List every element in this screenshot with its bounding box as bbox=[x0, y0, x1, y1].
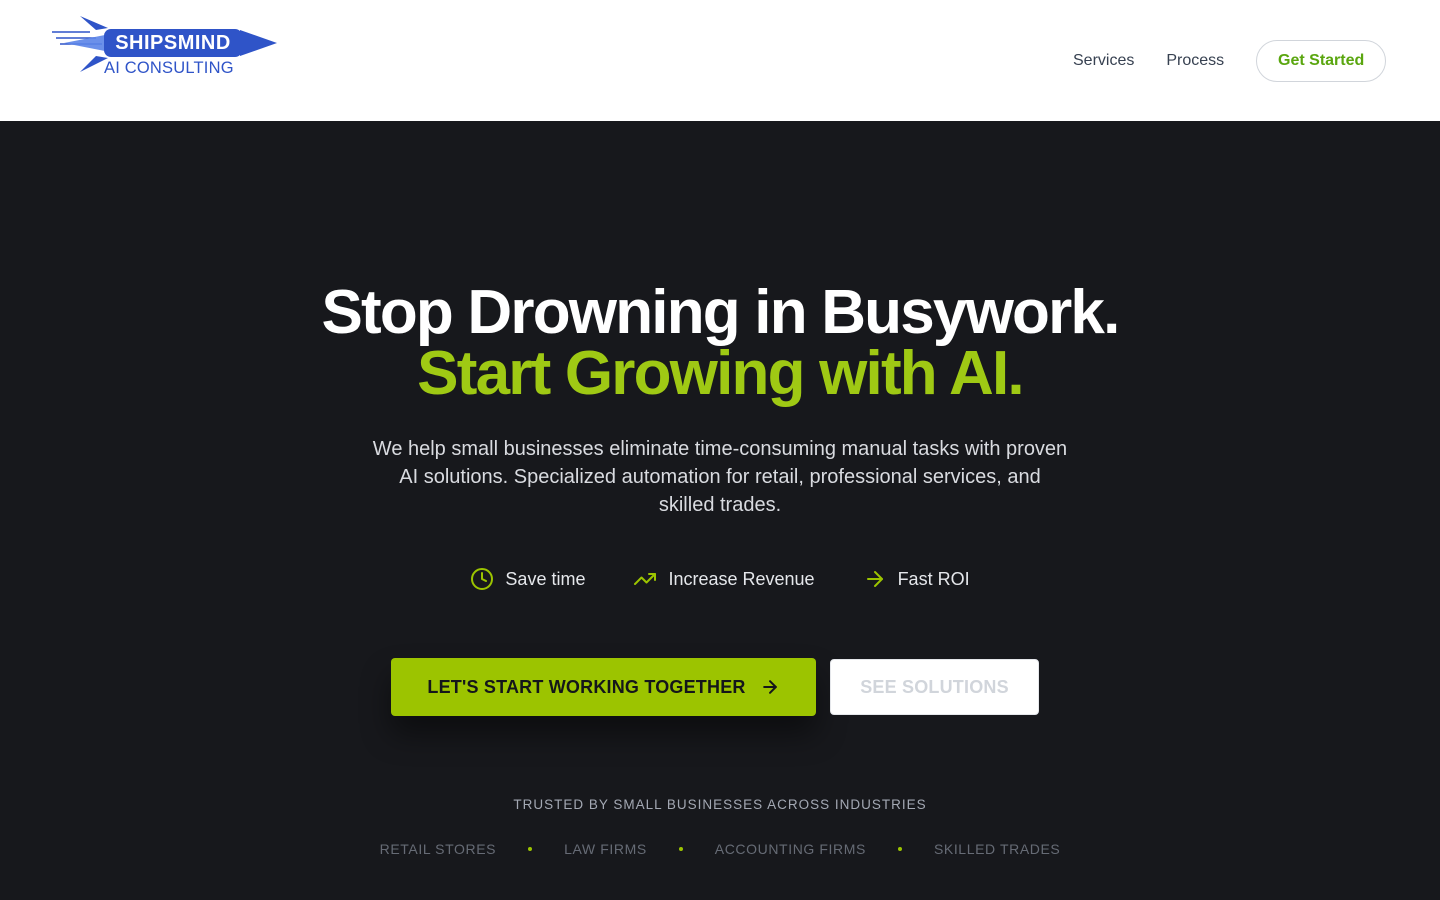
trending-up-icon bbox=[633, 567, 657, 591]
arrow-right-icon bbox=[863, 567, 887, 591]
hero-headline-accent: Start Growing with AI. bbox=[417, 339, 1024, 408]
brand-tagline: AI CONSULTING bbox=[104, 59, 234, 77]
arrow-right-icon bbox=[760, 677, 780, 697]
hero-headline: Stop Drowning in Busywork. bbox=[321, 278, 1120, 347]
benefits-list: Save time Increase Revenue Fast ROI bbox=[0, 567, 1440, 591]
benefit-label: Fast ROI bbox=[897, 569, 970, 589]
clock-icon bbox=[470, 567, 494, 591]
start-working-together-button[interactable]: LET'S START WORKING TOGETHER bbox=[391, 658, 816, 716]
separator-dot bbox=[528, 847, 533, 851]
industry-item: LAW FIRMS bbox=[564, 841, 647, 857]
see-solutions-button[interactable]: SEE SOLUTIONS bbox=[830, 659, 1039, 715]
trusted-by-heading: TRUSTED BY SMALL BUSINESSES ACROSS INDUS… bbox=[513, 797, 927, 812]
main-nav: Services Process Get Started bbox=[1073, 40, 1387, 82]
benefit-fast-roi: Fast ROI bbox=[863, 567, 970, 591]
separator-dot bbox=[897, 847, 902, 851]
industry-item: ACCOUNTING FIRMS bbox=[714, 841, 866, 857]
industry-item: RETAIL STORES bbox=[379, 841, 497, 857]
hero-subheadline: We help small businesses eliminate time-… bbox=[372, 438, 1068, 516]
button-label: LET'S START WORKING TOGETHER bbox=[427, 676, 746, 697]
benefit-increase-revenue: Increase Revenue bbox=[633, 567, 815, 591]
industry-item: SKILLED TRADES bbox=[933, 841, 1061, 857]
benefit-label: Increase Revenue bbox=[668, 569, 815, 589]
brand-logo[interactable]: SHIPSMIND AI CONSULTING bbox=[50, 14, 280, 80]
get-started-button[interactable]: Get Started bbox=[1256, 40, 1387, 82]
separator-dot bbox=[678, 847, 683, 851]
button-label: SEE SOLUTIONS bbox=[860, 676, 1009, 697]
industries-list: RETAIL STORES LAW FIRMS ACCOUNTING FIRMS… bbox=[0, 840, 1440, 858]
site-header: SHIPSMIND AI CONSULTING Services Process… bbox=[0, 0, 1440, 121]
nav-link-services[interactable]: Services bbox=[1073, 50, 1134, 72]
benefit-label: Save time bbox=[505, 569, 586, 589]
brand-name: SHIPSMIND bbox=[115, 32, 231, 54]
benefit-save-time: Save time bbox=[470, 567, 585, 591]
nav-link-process[interactable]: Process bbox=[1166, 50, 1224, 72]
hero-section: Stop Drowning in Busywork. Start Growing… bbox=[0, 121, 1440, 900]
